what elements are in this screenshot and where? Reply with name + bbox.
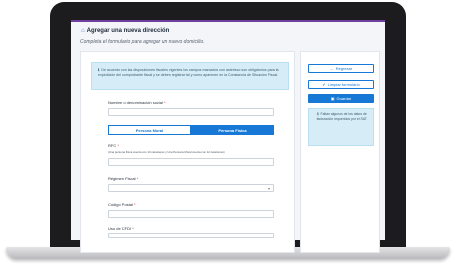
fiscal-notice-text: De acuerdo con las disposiciones fiscale…: [98, 68, 279, 78]
back-icon: ←: [329, 66, 334, 71]
cfdi-select[interactable]: [108, 233, 274, 238]
postal-input[interactable]: [108, 210, 274, 218]
rfc-label: RFC *: [108, 143, 119, 148]
page-title-text: Agregar una nueva dirección: [86, 28, 170, 34]
name-label: Nombre o denominación social *: [108, 100, 166, 105]
check-icon: ✔: [322, 82, 326, 87]
regimen-label: Régimen Fiscal *: [108, 176, 139, 181]
clear-form-button[interactable]: ✔ Limpiar formulario: [308, 80, 374, 89]
postal-label: Código Postal *: [108, 202, 136, 207]
page-subtitle: Completa el formulario para agregar un n…: [80, 39, 205, 45]
missing-data-info: ℹ Faltan algunos de los datos de facturac…: [308, 108, 374, 146]
back-button[interactable]: ← Regresar: [308, 64, 374, 73]
regimen-select[interactable]: ▾: [108, 184, 274, 192]
save-icon: ▣: [330, 96, 335, 101]
person-type-moral[interactable]: Persona Moral: [108, 125, 191, 135]
cfdi-label: Uso de CFDI *: [108, 226, 134, 231]
fiscal-notice: ℹ De acuerdo con las disposiciones fiscal…: [91, 62, 289, 90]
rfc-hint: (Una persona física cuenta con 13 caract…: [108, 150, 225, 154]
name-input[interactable]: [108, 108, 274, 116]
missing-data-text: Faltan algunos de los datos de facturaci…: [316, 112, 368, 121]
rfc-input[interactable]: [108, 158, 274, 166]
home-icon: ⌂: [81, 28, 85, 34]
save-button[interactable]: ▣ Guardar: [308, 94, 374, 103]
chevron-down-icon: ▾: [267, 186, 270, 191]
person-type-fisica[interactable]: Persona Física: [191, 125, 274, 135]
page-title: ⌂ Agregar una nueva dirección: [81, 28, 169, 34]
